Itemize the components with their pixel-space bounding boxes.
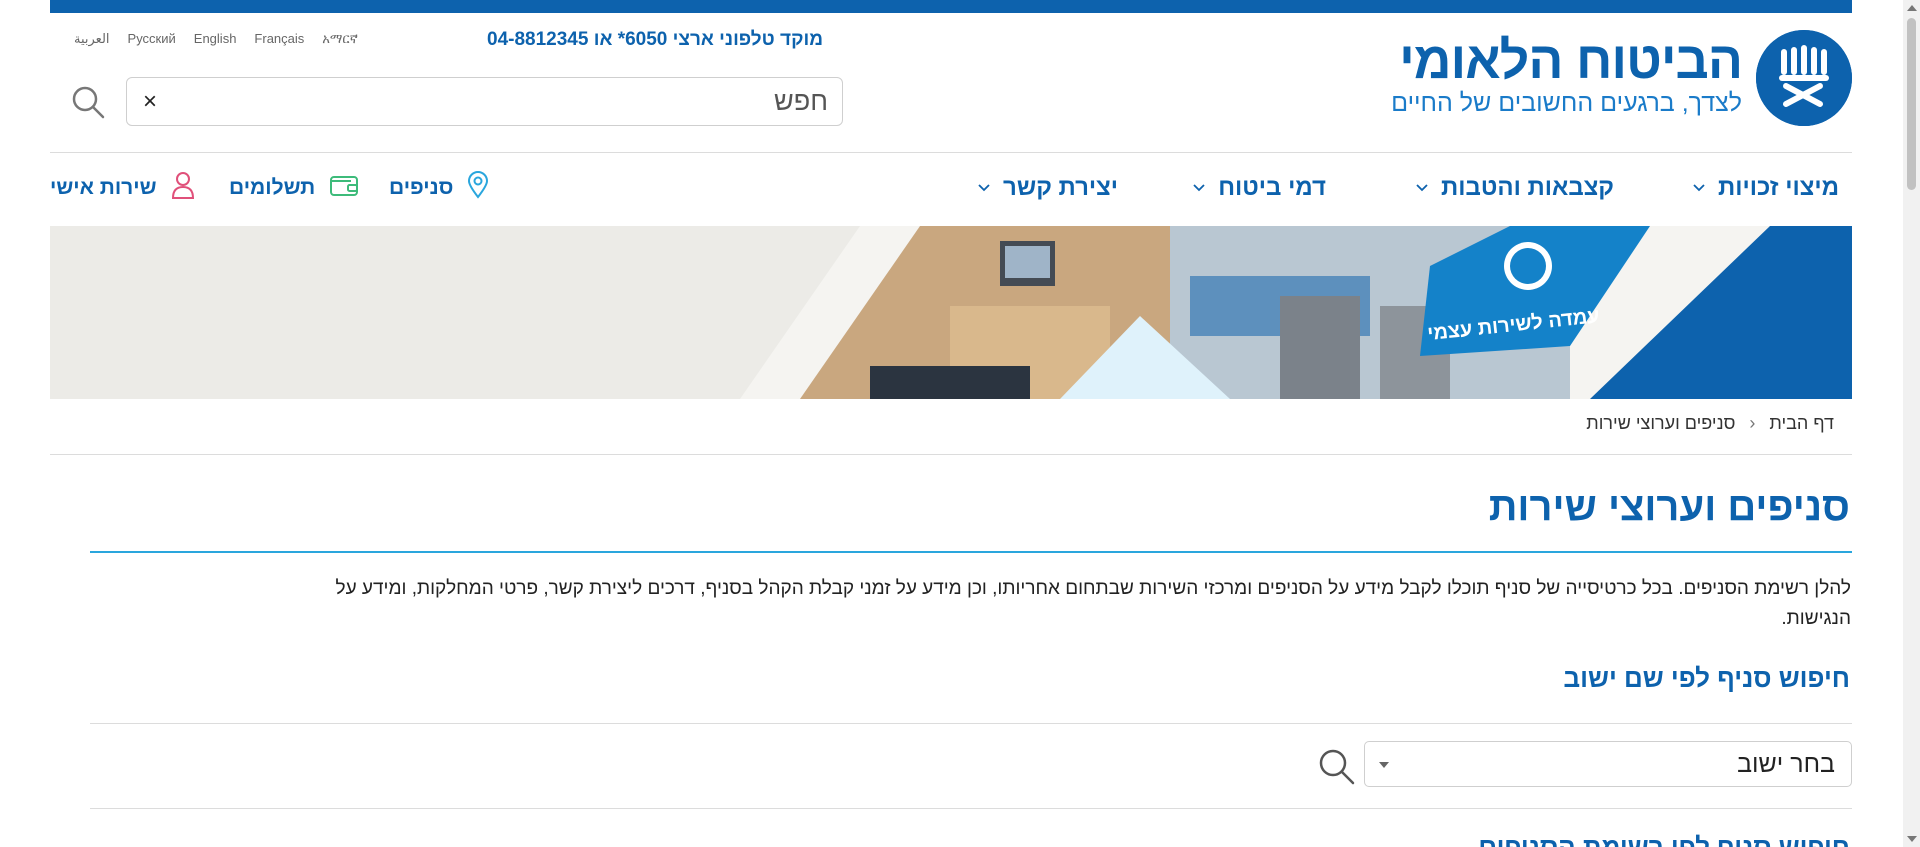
breadcrumb: דף הבית ‹ סניפים וערוצי שירות: [1586, 413, 1834, 434]
nav-item-label: דמי ביטוח: [1218, 174, 1326, 201]
header-divider: [50, 152, 1852, 153]
breadcrumb-separator-icon: ‹: [1749, 413, 1756, 433]
nav-item-contact[interactable]: יצירת קשר: [977, 170, 1118, 206]
nav-branches-link[interactable]: סניפים: [389, 170, 489, 206]
nav-item-label: מיצוי זכויות: [1718, 174, 1839, 201]
chevron-down-icon: [1193, 184, 1205, 192]
breadcrumb-home[interactable]: דף הבית: [1769, 413, 1834, 434]
search-placeholder: חפש: [774, 86, 828, 116]
nav-item-label: קצבאות והטבות: [1441, 174, 1614, 201]
intro-paragraph: להלן רשימת הסניפים. בכל כרטיסייה של סניף…: [335, 578, 1851, 629]
nav-item-insurance-fees[interactable]: דמי ביטוח: [1192, 170, 1326, 206]
nav-item-benefits[interactable]: קצבאות והטבות: [1415, 170, 1614, 206]
search-icon[interactable]: [70, 84, 106, 120]
breadcrumb-current: סניפים וערוצי שירות: [1586, 413, 1736, 433]
lang-amharic[interactable]: አማርኛ: [322, 31, 358, 47]
nav-payments-link[interactable]: תשלומים: [229, 170, 359, 206]
city-select-value: בחר ישוב: [1737, 750, 1835, 778]
nav-util-label: שירות אישי: [50, 176, 157, 199]
top-accent-bar: [50, 0, 1852, 13]
branch-search-button[interactable]: [1316, 746, 1356, 786]
section-divider: [90, 808, 1852, 809]
nav-util-label: סניפים: [389, 176, 454, 199]
chevron-down-icon: [978, 184, 990, 192]
scroll-down-icon[interactable]: [1907, 836, 1917, 842]
logo-emblem-icon: [1756, 30, 1852, 126]
page-scrollbar[interactable]: [1903, 0, 1920, 847]
location-pin-icon: [467, 171, 489, 205]
city-select[interactable]: בחר ישוב: [1364, 741, 1852, 787]
caret-down-icon: [1379, 762, 1389, 768]
lang-english[interactable]: English: [194, 31, 237, 47]
nav-personal-service-link[interactable]: שירות אישי: [50, 170, 195, 206]
breadcrumb-divider: [50, 454, 1852, 455]
chevron-down-icon: [1693, 184, 1705, 192]
site-logo[interactable]: הביטוח הלאומי לצדך, ברגעים החשובים של הח…: [1382, 30, 1852, 126]
title-underline: [90, 551, 1852, 553]
language-switcher: العربية Русский English Français አማርኛ: [74, 31, 358, 47]
site-search-input[interactable]: × חפש: [126, 77, 843, 126]
nav-item-label: יצירת קשר: [1003, 174, 1118, 201]
wallet-icon: [329, 173, 359, 203]
hotline-link[interactable]: מוקד טלפוני ארצי 6050* או 04-8812345: [487, 29, 823, 51]
scrollbar-thumb[interactable]: [1907, 18, 1916, 190]
search-icon: [1319, 749, 1355, 785]
search-clear-button[interactable]: ×: [143, 88, 157, 116]
section-divider: [90, 723, 1852, 724]
logo-tagline: לצדך, ברגעים החשובים של החיים: [1391, 89, 1742, 117]
lang-russian[interactable]: Русский: [128, 31, 176, 47]
search-by-city-heading: חיפוש סניף לפי שם ישוב: [1563, 663, 1850, 693]
lang-french[interactable]: Français: [254, 31, 304, 47]
lang-arabic[interactable]: العربية: [74, 31, 110, 47]
logo-name: הביטוח הלאומי: [1399, 32, 1743, 90]
chevron-down-icon: [1416, 184, 1428, 192]
page-title: סניפים וערוצי שירות: [1488, 485, 1850, 529]
user-icon: [171, 171, 195, 205]
nav-item-rights[interactable]: מיצוי זכויות: [1692, 170, 1839, 206]
scroll-up-icon[interactable]: [1907, 5, 1917, 11]
search-by-list-heading: חיפוש סניף לפי רשימת הסניפים: [1478, 832, 1850, 847]
nav-util-label: תשלומים: [229, 176, 316, 199]
hero-banner: עמדה לשירות עצמי: [50, 226, 1852, 399]
